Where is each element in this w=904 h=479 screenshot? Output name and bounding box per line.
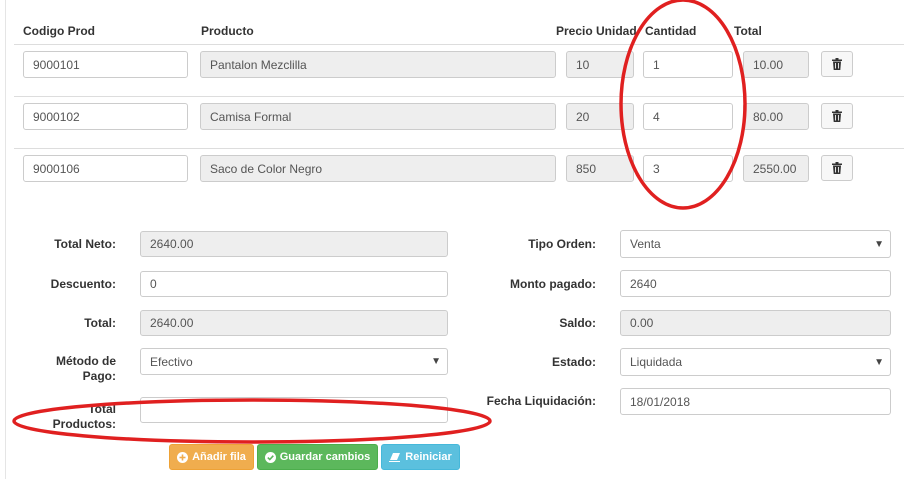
left-border: [5, 0, 6, 479]
metodo-pago-select[interactable]: Efectivo ▼: [140, 348, 448, 375]
estado-label: Estado:: [551, 355, 596, 369]
precio-field: 20: [566, 103, 634, 130]
saldo-label: Saldo:: [559, 316, 596, 330]
delete-row-button[interactable]: [821, 155, 853, 181]
header-precio: Precio Unidad: [556, 24, 637, 38]
codigo-input[interactable]: 9000106: [23, 155, 188, 182]
total-productos-label: Total Productos:: [52, 402, 116, 431]
cantidad-input[interactable]: 1: [643, 51, 733, 78]
precio-field: 10: [566, 51, 634, 78]
trash-icon: [832, 58, 842, 70]
total-field: 10.00: [743, 51, 809, 78]
fecha-liquidacion-label: Fecha Liquidación:: [486, 394, 596, 408]
total-field: 2550.00: [743, 155, 809, 182]
trash-icon: [832, 162, 842, 174]
table-divider: [14, 96, 904, 97]
cantidad-input[interactable]: 4: [643, 103, 733, 130]
fecha-liquidacion-input[interactable]: 18/01/2018: [620, 388, 891, 415]
total-neto-label: Total Neto:: [54, 237, 116, 251]
producto-field: Pantalon Mezclilla: [200, 51, 556, 78]
producto-field: Camisa Formal: [200, 103, 556, 130]
codigo-input[interactable]: 9000102: [23, 103, 188, 130]
add-row-button[interactable]: Añadir fila: [169, 444, 254, 470]
monto-pagado-label: Monto pagado:: [510, 277, 596, 291]
total-neto-field: 2640.00: [140, 231, 448, 257]
reset-button[interactable]: Reiniciar: [381, 444, 460, 470]
cantidad-input[interactable]: 3: [643, 155, 733, 182]
eraser-icon: [389, 453, 401, 462]
precio-field: 850: [566, 155, 634, 182]
monto-pagado-input[interactable]: 2640: [620, 270, 891, 297]
save-changes-button[interactable]: Guardar cambios: [257, 444, 378, 470]
estado-select[interactable]: Liquidada ▼: [620, 348, 891, 376]
total-field: 2640.00: [140, 310, 448, 336]
header-codigo: Codigo Prod: [23, 24, 95, 38]
metodo-pago-label: Método de Pago:: [56, 354, 116, 383]
descuento-label: Descuento:: [50, 277, 116, 291]
tipo-orden-select[interactable]: Venta ▼: [620, 230, 891, 258]
header-cantidad: Cantidad: [645, 24, 697, 38]
table-divider: [14, 44, 904, 45]
total-productos-input[interactable]: [140, 397, 448, 423]
dropdown-arrow-icon: ▼: [874, 357, 884, 368]
dropdown-arrow-icon: ▼: [431, 356, 441, 367]
saldo-field: 0.00: [620, 310, 891, 336]
producto-field: Saco de Color Negro: [200, 155, 556, 182]
total-label: Total:: [84, 316, 116, 330]
trash-icon: [832, 110, 842, 122]
check-circle-icon: [264, 451, 276, 463]
total-field: 80.00: [743, 103, 809, 130]
delete-row-button[interactable]: [821, 51, 853, 77]
codigo-input[interactable]: 9000101: [23, 51, 188, 78]
dropdown-arrow-icon: ▼: [874, 239, 884, 250]
table-divider: [14, 148, 904, 149]
tipo-orden-label: Tipo Orden:: [528, 237, 596, 251]
descuento-input[interactable]: 0: [140, 271, 448, 297]
header-producto: Producto: [201, 24, 254, 38]
header-total: Total: [734, 24, 762, 38]
delete-row-button[interactable]: [821, 103, 853, 129]
plus-circle-icon: [177, 451, 189, 463]
